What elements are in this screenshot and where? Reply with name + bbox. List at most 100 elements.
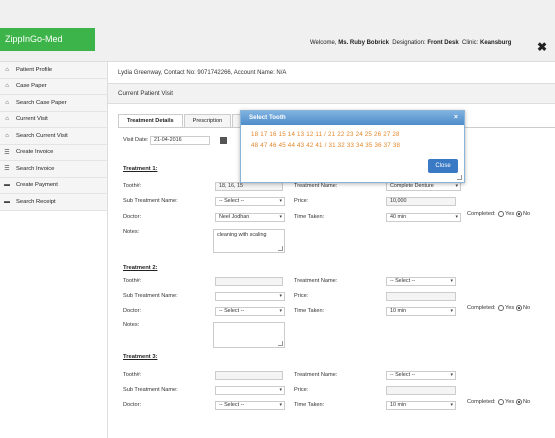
treatment-name-select[interactable]: -- Select --: [386, 371, 456, 380]
close-button[interactable]: Close: [428, 159, 458, 173]
treatment-3-title: Treatment 3:: [123, 354, 158, 360]
tooth-label: Tooth#:: [123, 372, 142, 378]
lower-teeth-row[interactable]: 48 47 46 45 44 43 42 41 / 31 32 33 34 35…: [251, 142, 400, 149]
time-taken-label: Time Taken:: [294, 402, 325, 408]
price-field[interactable]: [386, 292, 456, 301]
treatment-name-select[interactable]: Complete Denture: [386, 182, 461, 191]
time-taken-label: Time Taken:: [294, 214, 325, 220]
completed-yes-radio[interactable]: [498, 399, 504, 405]
treatment-2-title: Treatment 2:: [123, 265, 158, 271]
list-icon: ☰: [4, 166, 10, 173]
no-label: No: [523, 305, 531, 311]
completed-yes-radio[interactable]: [498, 211, 504, 217]
tab-bar: Treatment Details Prescription X-: [118, 114, 257, 127]
sidebar-item-label: Search Receipt: [16, 198, 56, 205]
time-taken-select[interactable]: 10 min: [386, 401, 456, 410]
designation-label: Designation:: [392, 40, 426, 46]
treatment-name-label: Treatment Name:: [294, 278, 338, 284]
calendar-icon[interactable]: [220, 137, 227, 144]
sub-treatment-select[interactable]: [215, 292, 285, 301]
yes-label: Yes: [505, 305, 515, 311]
completed-yes-radio[interactable]: [498, 305, 504, 311]
time-taken-select[interactable]: 40 min: [386, 213, 461, 222]
price-field[interactable]: 10,000: [386, 197, 456, 206]
resize-handle-icon[interactable]: [457, 175, 462, 180]
time-taken-label: Time Taken:: [294, 308, 325, 314]
notes-label: Notes:: [123, 229, 140, 235]
home-icon: ⌂: [5, 83, 9, 90]
treatment-name-select[interactable]: -- Select --: [386, 277, 456, 286]
dialog-title: Select Tooth: [249, 114, 286, 121]
yes-label: Yes: [505, 211, 515, 217]
home-icon: ⌂: [5, 116, 9, 123]
welcome-text: Welcome, Ms. Ruby Bobrick Designation: F…: [310, 40, 511, 46]
sidebar-item-patient-profile[interactable]: ⌂ Patient Profile: [0, 62, 107, 79]
sidebar-item-search-current-visit[interactable]: ⌂ Search Current Visit: [0, 128, 107, 145]
visit-date-label: Visit Date:: [123, 137, 149, 143]
price-field[interactable]: [386, 386, 456, 395]
treatment-name-label: Treatment Name:: [294, 183, 338, 189]
sidebar-item-search-case-paper[interactable]: ⌂ Search Case Paper: [0, 95, 107, 112]
folder-icon: ▬: [4, 182, 10, 189]
sidebar-item-label: Search Invoice: [16, 165, 55, 172]
completed-label: Completed:: [467, 211, 496, 217]
tooth-field[interactable]: 18, 16, 15: [215, 182, 283, 191]
completed-no-radio[interactable]: [516, 211, 522, 217]
yes-label: Yes: [505, 399, 515, 405]
sidebar-item-case-paper[interactable]: ⌂ Case Paper: [0, 78, 107, 95]
sub-treatment-select[interactable]: -- Select --: [215, 197, 285, 206]
sidebar-item-search-invoice[interactable]: ☰ Search Invoice: [0, 161, 107, 178]
doctor-select[interactable]: Neel Jodhan: [215, 213, 285, 222]
sidebar-item-label: Current Visit: [16, 116, 48, 123]
price-label: Price:: [294, 198, 309, 204]
welcome-prefix: Welcome,: [310, 40, 337, 46]
completed-no-radio[interactable]: [516, 305, 522, 311]
sub-treatment-select[interactable]: [215, 386, 285, 395]
sidebar-item-label: Create Invoice: [16, 149, 54, 156]
folder-icon: ▬: [4, 198, 10, 205]
sidebar-item-search-receipt[interactable]: ▬ Search Receipt: [0, 194, 107, 211]
tab-treatment-details[interactable]: Treatment Details: [118, 114, 183, 127]
close-icon[interactable]: ×: [454, 111, 458, 125]
treatment-name-label: Treatment Name:: [294, 372, 338, 378]
doctor-label: Doctor:: [123, 214, 142, 220]
doctor-select[interactable]: -- Select --: [215, 307, 285, 316]
doctor-label: Doctor:: [123, 402, 142, 408]
sidebar-item-create-payment[interactable]: ▬ Create Payment: [0, 177, 107, 194]
sidebar-item-label: Create Payment: [16, 182, 58, 189]
tooth-field[interactable]: [215, 371, 283, 380]
list-icon: ☰: [4, 149, 10, 156]
tooth-label: Tooth#:: [123, 278, 142, 284]
doctor-label: Doctor:: [123, 308, 142, 314]
price-label: Price:: [294, 293, 309, 299]
tooth-field[interactable]: [215, 277, 283, 286]
completed-label: Completed:: [467, 399, 496, 405]
sidebar-item-label: Search Current Visit: [16, 132, 68, 139]
close-icon[interactable]: ✖: [537, 41, 547, 53]
sub-treatment-label: Sub Treatment Name:: [123, 387, 178, 393]
notes-textarea[interactable]: [213, 322, 285, 348]
sidebar-item-label: Patient Profile: [16, 66, 53, 73]
tab-prescription[interactable]: Prescription: [183, 114, 232, 127]
no-label: No: [523, 399, 531, 405]
doctor-select[interactable]: -- Select --: [215, 401, 285, 410]
dialog-header: Select Tooth ×: [241, 111, 464, 125]
sidebar-item-create-invoice[interactable]: ☰ Create Invoice: [0, 144, 107, 161]
select-tooth-dialog: Select Tooth × 18 17 16 15 14 13 12 11 /…: [240, 110, 465, 183]
clinic-value: Keansburg: [480, 40, 512, 46]
visit-date-field[interactable]: 21-04-2016: [150, 136, 210, 145]
clinic-label: Clinic:: [462, 40, 479, 46]
sub-treatment-label: Sub Treatment Name:: [123, 293, 178, 299]
no-label: No: [523, 211, 531, 217]
upper-teeth-row[interactable]: 18 17 16 15 14 13 12 11 / 21 22 23 24 25…: [251, 131, 400, 138]
completed-no-radio[interactable]: [516, 399, 522, 405]
notes-label: Notes:: [123, 322, 140, 328]
notes-textarea[interactable]: cleaning with scaling: [213, 229, 285, 253]
time-taken-select[interactable]: 10 min: [386, 307, 456, 316]
home-icon: ⌂: [5, 66, 9, 73]
page-title: Current Patient Visit: [108, 84, 555, 104]
sidebar-item-current-visit[interactable]: ⌂ Current Visit: [0, 111, 107, 128]
app-logo[interactable]: ZippInGo-Med: [0, 28, 95, 51]
home-icon: ⌂: [5, 132, 9, 139]
sidebar-item-label: Search Case Paper: [16, 99, 67, 106]
